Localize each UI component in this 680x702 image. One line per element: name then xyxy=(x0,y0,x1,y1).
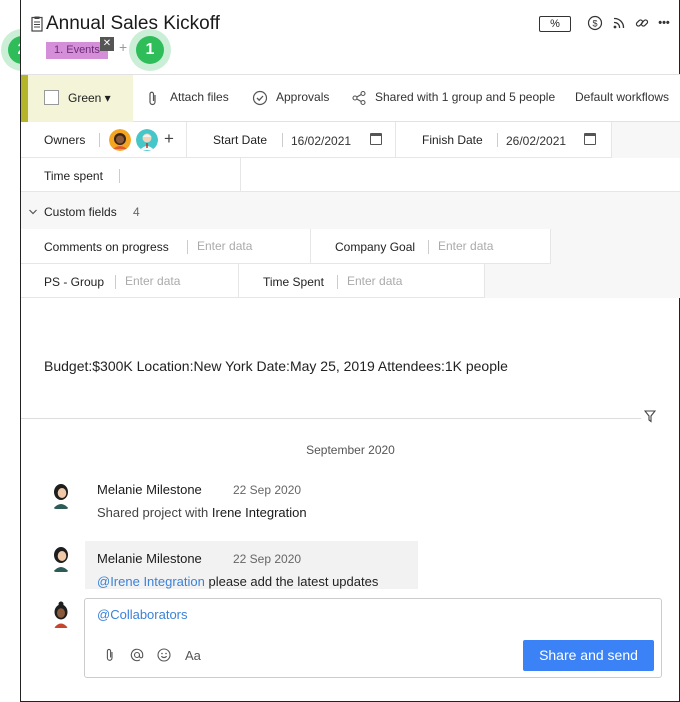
rss-icon[interactable] xyxy=(610,14,628,32)
owner-avatar-1[interactable] xyxy=(109,129,131,151)
ps-group-input[interactable]: Enter data xyxy=(125,274,180,288)
activity-text: Shared project with Irene Integration xyxy=(97,505,307,520)
share-icon xyxy=(352,90,366,106)
owner-avatar-2[interactable] xyxy=(136,129,158,151)
divider xyxy=(282,133,283,147)
owners-label: Owners xyxy=(44,133,86,147)
check-circle-icon xyxy=(252,90,268,106)
collaborators-mention[interactable]: @Collaborators xyxy=(97,607,188,622)
chevron-down-icon[interactable] xyxy=(28,208,38,216)
project-tag[interactable]: 1. Events xyxy=(46,42,108,59)
company-goal-field[interactable]: Company Goal Enter data xyxy=(311,229,551,264)
more-options-icon[interactable]: ••• xyxy=(655,14,673,32)
finish-date-value[interactable]: 26/02/2021 xyxy=(506,134,566,148)
calendar-icon[interactable] xyxy=(370,133,382,145)
dollar-icon[interactable]: $ xyxy=(586,14,604,32)
comments-progress-field[interactable]: Comments on progress Enter data xyxy=(21,229,311,264)
share-and-send-button[interactable]: Share and send xyxy=(523,640,654,671)
start-date-label: Start Date xyxy=(213,133,268,147)
finish-date-label: Finish Date xyxy=(422,133,483,147)
divider xyxy=(119,169,120,183)
start-date-value[interactable]: 16/02/2021 xyxy=(291,134,351,148)
divider xyxy=(187,240,188,254)
add-tag-icon[interactable]: + xyxy=(119,39,127,55)
task-fields: Owners + Start Date 16/02/2021 Finish Da… xyxy=(21,122,680,298)
mention-link[interactable]: @Irene Integration xyxy=(97,574,205,589)
time-spent-custom-input[interactable]: Enter data xyxy=(347,274,402,288)
custom-fields-label[interactable]: Custom fields xyxy=(44,205,117,219)
comments-progress-label: Comments on progress xyxy=(44,240,169,254)
paperclip-icon xyxy=(149,91,156,106)
start-date-field[interactable]: Start Date 16/02/2021 xyxy=(187,122,396,158)
attach-icon[interactable] xyxy=(105,648,115,662)
finish-date-field[interactable]: Finish Date 26/02/2021 xyxy=(396,122,612,158)
ps-group-label: PS - Group xyxy=(44,275,105,289)
comment-composer[interactable]: @Collaborators Aa Share and send xyxy=(84,598,662,678)
attach-files-button[interactable]: Attach files xyxy=(170,90,229,104)
default-workflows-button[interactable]: Default workflows xyxy=(575,90,669,104)
comments-progress-input[interactable]: Enter data xyxy=(197,239,252,253)
percent-button[interactable]: % xyxy=(539,16,571,32)
mention-icon[interactable] xyxy=(130,648,144,662)
user-avatar xyxy=(46,543,76,573)
company-goal-input[interactable]: Enter data xyxy=(438,239,493,253)
divider xyxy=(115,275,116,289)
owners-field: Owners + xyxy=(21,122,187,158)
status-color-bar xyxy=(21,75,28,122)
current-user-avatar xyxy=(46,599,76,629)
task-description[interactable]: Budget:$300K Location:New York Date:May … xyxy=(44,358,508,374)
add-owner-icon[interactable]: + xyxy=(164,129,174,149)
activity-user-name[interactable]: Melanie Milestone xyxy=(97,482,202,497)
time-spent-field[interactable]: Time spent xyxy=(21,158,241,192)
step-badge-1: 1 xyxy=(136,36,164,64)
activity-divider xyxy=(21,418,641,419)
task-title[interactable]: Annual Sales Kickoff xyxy=(46,13,220,35)
svg-text:$: $ xyxy=(592,19,597,29)
date-separator: September 2020 xyxy=(306,443,395,457)
time-spent-custom-label: Time Spent xyxy=(263,275,324,289)
emoji-icon[interactable] xyxy=(157,648,171,662)
comment-user-name[interactable]: Melanie Milestone xyxy=(97,551,202,566)
user-avatar xyxy=(46,480,76,510)
task-panel: Annual Sales Kickoff % $ ••• 1. Events ✕… xyxy=(20,0,680,702)
empty-field-area xyxy=(241,158,680,192)
comment-body: please add the latest updates xyxy=(204,574,379,589)
divider xyxy=(337,275,338,289)
activity-date: 22 Sep 2020 xyxy=(233,483,302,497)
activity-text-prefix: Shared project with xyxy=(97,505,212,520)
ps-group-field[interactable]: PS - Group Enter data xyxy=(21,264,239,298)
comment-text: @Irene Integration please add the latest… xyxy=(97,574,378,589)
link-icon[interactable] xyxy=(633,14,651,32)
divider xyxy=(497,133,498,147)
tag-remove-icon[interactable]: ✕ xyxy=(100,37,114,51)
shared-with-button[interactable]: Shared with 1 group and 5 people xyxy=(375,90,555,104)
approvals-button[interactable]: Approvals xyxy=(276,90,329,104)
divider xyxy=(99,133,100,147)
status-selector[interactable]: Green ▾ xyxy=(28,75,133,122)
filter-icon[interactable] xyxy=(644,410,656,423)
document-icon xyxy=(31,16,43,32)
text-format-icon[interactable]: Aa xyxy=(185,648,201,663)
company-goal-label: Company Goal xyxy=(335,240,416,254)
comment-date: 22 Sep 2020 xyxy=(233,552,302,566)
complete-checkbox[interactable] xyxy=(44,90,59,105)
time-spent-custom-field[interactable]: Time Spent Enter data xyxy=(239,264,485,298)
task-toolbar: Green ▾ Attach files Approvals Shared wi… xyxy=(21,74,680,122)
shared-user-link[interactable]: Irene Integration xyxy=(212,505,307,520)
custom-fields-count: 4 xyxy=(133,205,140,219)
calendar-icon[interactable] xyxy=(584,133,596,145)
divider xyxy=(428,240,429,254)
time-spent-label: Time spent xyxy=(44,169,103,183)
status-dropdown[interactable]: Green ▾ xyxy=(68,91,111,105)
